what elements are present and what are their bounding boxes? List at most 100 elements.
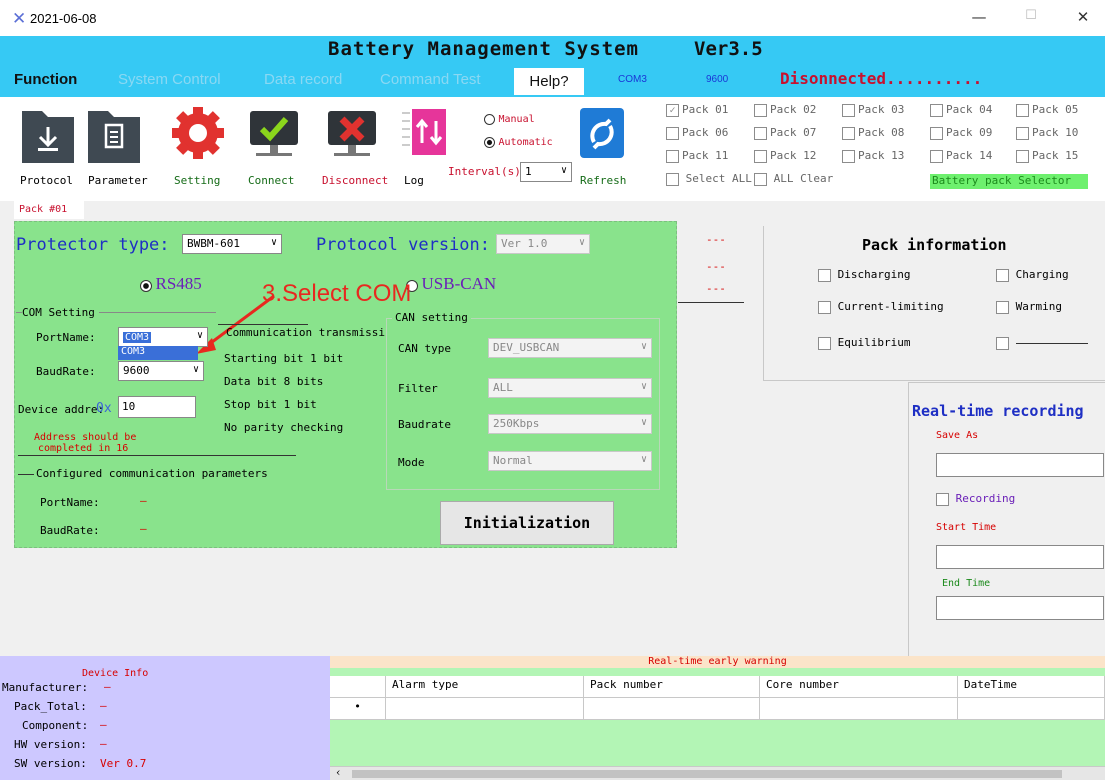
- pack-checkbox-08[interactable]: Pack 08: [842, 126, 904, 140]
- warming-label: Warming: [1015, 300, 1062, 313]
- pack-checkbox-05[interactable]: Pack 05: [1016, 103, 1078, 117]
- current-limiting-flag: Current-limiting: [818, 300, 944, 314]
- pack-checkbox-12[interactable]: Pack 12: [754, 149, 816, 163]
- end-time-label: End Time: [942, 578, 991, 589]
- menu-function[interactable]: Function: [14, 71, 77, 88]
- menu-help[interactable]: Help?: [514, 68, 584, 95]
- pack-checkbox-14[interactable]: Pack 14: [930, 149, 992, 163]
- divider: [678, 302, 744, 303]
- table-cell[interactable]: [760, 698, 958, 720]
- table-cell[interactable]: [584, 698, 760, 720]
- column-header[interactable]: Alarm type: [386, 676, 584, 698]
- baud-rate-label: BaudRate:: [36, 365, 96, 378]
- hw-version-label: HW version:: [14, 738, 87, 751]
- menu-system-control[interactable]: System Control: [118, 71, 221, 88]
- menu-data-record[interactable]: Data record: [264, 71, 342, 88]
- can-type-select[interactable]: DEV_USBCAN ∨: [488, 338, 652, 358]
- close-button[interactable]: ✕: [1068, 8, 1098, 28]
- end-time-input[interactable]: [936, 596, 1104, 620]
- pack-checkbox-01[interactable]: ✓ Pack 01: [666, 103, 728, 117]
- column-header[interactable]: Core number: [760, 676, 958, 698]
- pack-total-label: Pack_Total:: [14, 700, 87, 713]
- table-row[interactable]: •: [330, 698, 1105, 720]
- table-cell[interactable]: [958, 698, 1105, 720]
- tab-pack-01[interactable]: Pack #01: [14, 201, 84, 219]
- automatic-radio[interactable]: Automatic: [484, 135, 553, 148]
- device-info-rows: Manufacturer: — Pack_Total: — Component:…: [0, 680, 330, 775]
- scroll-left-icon[interactable]: ‹: [336, 766, 340, 779]
- minimize-button[interactable]: —: [964, 8, 994, 28]
- horizontal-scrollbar[interactable]: ‹: [330, 766, 1105, 780]
- folder-download-icon: [22, 111, 74, 163]
- device-addr-input[interactable]: 10: [118, 396, 196, 418]
- checkbox-icon: [818, 336, 831, 350]
- protocol-button[interactable]: [20, 103, 76, 165]
- pack-checkbox-11[interactable]: Pack 11: [666, 149, 728, 163]
- status-connection: Disonnected..........: [780, 69, 983, 88]
- pack-dash: ---: [706, 282, 726, 295]
- initialization-button[interactable]: Initialization: [440, 501, 614, 545]
- start-time-input[interactable]: [936, 545, 1104, 569]
- protocol-version-select[interactable]: Ver 1.0 ∨: [496, 234, 590, 254]
- protector-type-select[interactable]: BWBM-601 ∨: [182, 234, 282, 254]
- parameter-button[interactable]: [86, 103, 142, 165]
- radio-off-icon: [484, 113, 495, 125]
- setting-button[interactable]: [170, 103, 226, 165]
- pack-checkbox-03[interactable]: Pack 03: [842, 103, 904, 117]
- save-as-input[interactable]: [936, 453, 1104, 477]
- column-header[interactable]: DateTime: [958, 676, 1105, 698]
- recording-checkbox[interactable]: Recording: [936, 492, 1015, 506]
- port-option-com3[interactable]: COM3: [118, 346, 198, 360]
- can-baud-select[interactable]: 250Kbps ∨: [488, 414, 652, 434]
- annotation-select-com: 3.Select COM: [262, 280, 412, 307]
- maximize-button[interactable]: ☐: [1016, 8, 1046, 28]
- pack-checkbox-15[interactable]: Pack 15: [1016, 149, 1078, 163]
- refresh-icon: [590, 118, 614, 150]
- pack-checkbox-label: Pack 14: [946, 149, 993, 162]
- port-name-select[interactable]: COM3 ∨: [118, 327, 208, 347]
- pack-checkbox-06[interactable]: Pack 06: [666, 126, 728, 140]
- disconnect-button[interactable]: [324, 103, 380, 165]
- addr-note-line1: Address should be: [34, 432, 137, 443]
- baud-rate-select[interactable]: 9600 ∨: [118, 361, 204, 381]
- pack-checkbox-04[interactable]: Pack 04: [930, 103, 992, 117]
- hw-version-value: —: [100, 737, 107, 750]
- current-limiting-label: Current-limiting: [837, 300, 944, 313]
- log-button[interactable]: [398, 103, 454, 165]
- can-setting-title: CAN setting: [392, 311, 471, 324]
- device-info-row: SW version: Ver 0.7: [0, 756, 330, 775]
- pack-checkbox-10[interactable]: Pack 10: [1016, 126, 1078, 140]
- chevron-down-icon: ∨: [578, 237, 585, 248]
- checkbox-icon: [930, 126, 943, 140]
- connect-button[interactable]: [246, 103, 302, 165]
- chevron-down-icon: ∨: [192, 364, 199, 375]
- discharging-label: Discharging: [837, 268, 911, 281]
- select-all-checkbox[interactable]: Select ALL: [666, 172, 752, 186]
- interval-select[interactable]: 1 ∨: [520, 162, 572, 182]
- mode-select[interactable]: Normal ∨: [488, 451, 652, 471]
- filter-select[interactable]: ALL ∨: [488, 378, 652, 398]
- protocol-version-value: Ver 1.0: [501, 237, 548, 250]
- pack-checkbox-07[interactable]: Pack 07: [754, 126, 816, 140]
- usbcan-radio[interactable]: USB-CAN: [406, 274, 496, 294]
- all-clear-checkbox[interactable]: ALL Clear: [754, 172, 833, 186]
- manual-label: Manual: [498, 114, 535, 125]
- monitor-x-icon: [328, 111, 376, 156]
- protocol-label: Protocol: [20, 174, 73, 187]
- addr-note-line2: completed in 16: [38, 443, 129, 454]
- checkbox-icon: [754, 126, 767, 140]
- row-header-cell: [330, 676, 386, 698]
- manual-radio[interactable]: Manual: [484, 112, 535, 125]
- pack-checkbox-09[interactable]: Pack 09: [930, 126, 992, 140]
- divider: [1016, 343, 1088, 344]
- scrollbar-thumb[interactable]: [352, 770, 1062, 778]
- menu-command-test[interactable]: Command Test: [380, 71, 481, 88]
- pack-checkbox-13[interactable]: Pack 13: [842, 149, 904, 163]
- sw-version-label: SW version:: [14, 757, 87, 770]
- refresh-button[interactable]: [580, 108, 624, 158]
- baud-rate-value: 9600: [123, 364, 150, 377]
- charging-flag: Charging: [996, 268, 1069, 282]
- column-header[interactable]: Pack number: [584, 676, 760, 698]
- table-cell[interactable]: [386, 698, 584, 720]
- pack-checkbox-02[interactable]: Pack 02: [754, 103, 816, 117]
